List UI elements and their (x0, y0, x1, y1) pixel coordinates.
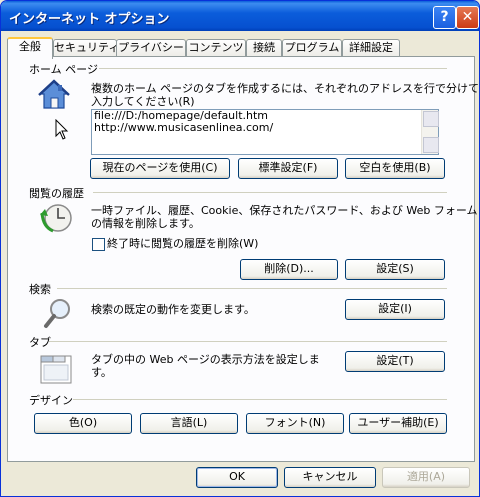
apply-button[interactable]: 適用(A) (382, 467, 470, 488)
history-description-line2: の情報を削除します。 (91, 217, 200, 230)
history-separator (93, 192, 447, 193)
tabs-description-line2: す。 (91, 366, 112, 379)
help-button[interactable]: ? (433, 6, 456, 29)
house-icon (38, 79, 70, 109)
title-bar[interactable]: インターネット オプション ? ✕ (1, 1, 479, 31)
home-url-line: http://www.musicasenlinea.com/ (94, 121, 274, 134)
tab-connections[interactable]: 接続 (246, 39, 282, 57)
use-default-button[interactable]: 標準設定(F) (238, 158, 338, 179)
use-blank-button[interactable]: 空白を使用(B) (345, 158, 445, 179)
delete-on-exit-label[interactable]: 終了時に閲覧の履歴を削除(W) (107, 237, 258, 250)
search-separator (57, 288, 447, 289)
tabs-description: タブの中の Web ページの表示方法を設定しま す。 (91, 353, 320, 379)
languages-button[interactable]: 言語(L) (140, 413, 238, 434)
internet-options-dialog: インターネット オプション ? ✕ 全般 セキュリティ プライバシー コンテンツ… (0, 0, 480, 497)
use-current-button[interactable]: 現在のページを使用(C) (90, 158, 230, 179)
tab-general[interactable]: 全般 (7, 37, 53, 59)
search-section-title: 検索 (29, 283, 51, 296)
home-description-line1: 複数のホーム ページのタブを作成するには、それぞれのアドレスを行で分けて (91, 82, 479, 95)
tabs-description-line1: タブの中の Web ページの表示方法を設定しま (91, 353, 320, 366)
home-description-line2: 入力してください(R) (91, 95, 195, 108)
accessibility-button[interactable]: ユーザー補助(E) (349, 413, 447, 434)
search-icon (44, 299, 70, 328)
history-description-line1: 一時ファイル、履歴、Cookie、保存されたパスワード、および Web フォーム (91, 204, 478, 217)
history-section-title: 閲覧の履歴 (29, 187, 84, 200)
fonts-button[interactable]: フォント(N) (246, 413, 344, 434)
tabs-section-title: タブ (29, 336, 51, 349)
tab-content[interactable]: コンテンツ (186, 39, 246, 57)
home-separator (99, 68, 447, 69)
cancel-button[interactable]: キャンセル (284, 467, 376, 488)
home-section-title: ホーム ページ (29, 63, 98, 76)
tab-privacy[interactable]: プライバシー (116, 39, 186, 57)
design-separator (73, 399, 447, 400)
ok-button[interactable]: OK (196, 467, 278, 488)
search-description: 検索の既定の動作を変更します。 (91, 303, 255, 316)
scroll-down-button[interactable] (423, 137, 439, 153)
design-section-title: デザイン (29, 394, 73, 407)
tab-programs[interactable]: プログラム (282, 39, 342, 57)
home-page-urls-textarea[interactable]: file:///D:/homepage/default.htm http://w… (91, 109, 439, 155)
history-description: 一時ファイル、履歴、Cookie、保存されたパスワード、および Web フォーム… (91, 204, 478, 230)
delete-history-button[interactable]: 削除(D)... (240, 259, 338, 280)
tab-security[interactable]: セキュリティ (53, 39, 119, 57)
home-description: 複数のホーム ページのタブを作成するには、それぞれのアドレスを行で分けて 入力し… (91, 82, 479, 108)
close-button[interactable]: ✕ (456, 6, 479, 29)
window-title: インターネット オプション (9, 12, 170, 27)
scroll-up-button[interactable] (423, 111, 439, 127)
tabs-settings-button[interactable]: 設定(T) (345, 351, 445, 372)
delete-on-exit-checkbox[interactable] (92, 238, 105, 251)
tabs-separator (49, 341, 447, 342)
colors-button[interactable]: 色(O) (34, 413, 132, 434)
cursor-icon (55, 119, 69, 140)
textarea-scrollbar[interactable] (421, 110, 439, 154)
history-clock-icon (40, 204, 72, 233)
tabs-icon (40, 355, 72, 384)
history-settings-button[interactable]: 設定(S) (345, 259, 445, 280)
tab-advanced[interactable]: 詳細設定 (342, 39, 400, 57)
search-settings-button[interactable]: 設定(I) (345, 299, 445, 320)
